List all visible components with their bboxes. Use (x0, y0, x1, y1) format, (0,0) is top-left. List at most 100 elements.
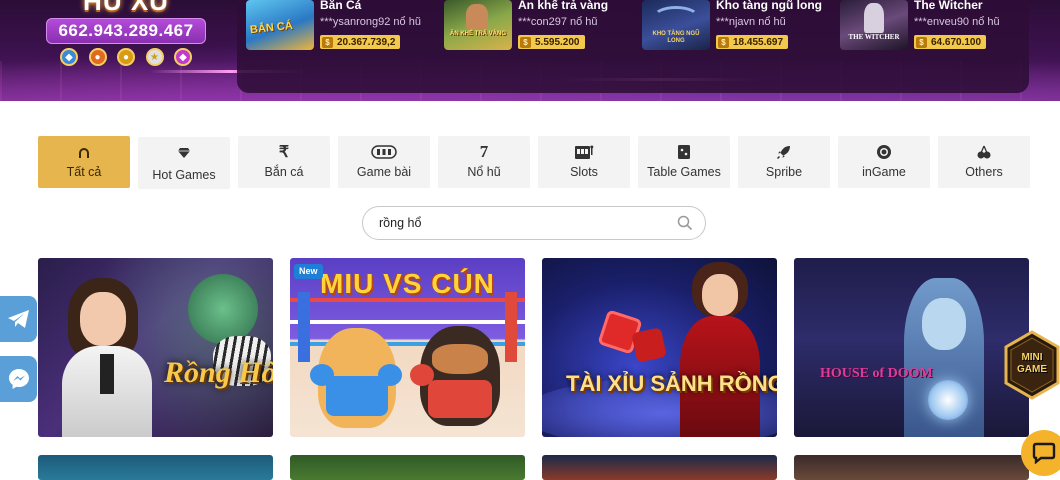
boxing-glove-illustration (310, 364, 334, 386)
dog-face-illustration (432, 344, 488, 374)
hostess-face-illustration (80, 292, 126, 346)
ring-post-decoration (298, 292, 310, 362)
winner-item[interactable]: ĂN KHẾ TRẢ VÀNG Ăn khế trả vàng ***con29… (435, 0, 625, 52)
winner-username: ***njavn (716, 16, 756, 28)
winner-game-name: Ăn khế trả vàng (518, 0, 609, 12)
coin-icon: $ (322, 36, 333, 48)
rupee-icon: ₹ (278, 144, 290, 161)
ban-ca-thumbnail: BẮN CÁ (246, 0, 314, 50)
chip-icon (838, 143, 930, 161)
winner-action: nổ hũ (393, 16, 421, 28)
slot-machine-icon (538, 143, 630, 161)
winner-item[interactable]: KHO TÀNG NGŨ LONG Kho tàng ngũ long ***n… (633, 0, 823, 52)
winner-game-name: Bắn Cá (320, 0, 362, 12)
winner-game-name: Kho tàng ngũ long (716, 0, 822, 12)
the-witcher-thumbnail: THE WITCHER (840, 0, 908, 50)
winner-user: ***con297 nổ hũ (518, 16, 598, 28)
winner-amount-badge: $18.455.697 (716, 35, 789, 49)
telegram-icon (7, 310, 29, 328)
live-chat-button[interactable] (1021, 430, 1060, 476)
winner-amount: 18.455.697 (733, 36, 784, 48)
winner-game-name: The Witcher (914, 0, 983, 12)
tab-slots[interactable]: Slots (538, 136, 630, 188)
diamond-icon (138, 144, 230, 162)
tab-label: Others (965, 165, 1003, 179)
tab-label: Slots (570, 165, 598, 179)
star-gem-icon: ★ (145, 48, 164, 66)
winner-user: ***enveu90 nổ hũ (914, 16, 1000, 28)
winner-item[interactable]: THE WITCHER The Witcher ***enveu90 nổ hũ… (831, 0, 1021, 52)
tie-illustration (100, 354, 114, 394)
tab-spribe[interactable]: Spribe (738, 136, 830, 188)
tab-ingame[interactable]: inGame (838, 136, 930, 188)
dragon-illustration (188, 274, 258, 344)
thumbnail-logo-text: ĂN KHẾ TRẢ VÀNG (449, 31, 506, 37)
dice-icon (638, 143, 730, 161)
orange-gem-icon: ● (88, 48, 107, 66)
telegram-button[interactable] (0, 296, 37, 342)
tab-label: inGame (862, 165, 906, 179)
tab-table-games[interactable]: Table Games (638, 136, 730, 188)
coin-icon: $ (916, 36, 927, 48)
game-card-tai-xiu-sanh-rong[interactable]: TÀI XỈU SẢNH RỒNG (542, 258, 777, 437)
game-search (362, 206, 706, 240)
dealer-face-illustration (702, 274, 738, 316)
winner-item[interactable]: BẮN CÁ Bắn Cá ***ysanrong92 nổ hũ $20.36… (237, 0, 427, 52)
thumbnail-logo-text: BẮN CÁ (249, 19, 294, 37)
winner-amount: 5.595.200 (535, 36, 580, 48)
game-card[interactable] (794, 455, 1029, 480)
mini-game-button[interactable]: MINI GAME (1004, 330, 1060, 400)
game-card[interactable] (38, 455, 273, 480)
character-illustration (466, 4, 488, 30)
winner-amount: 20.367.739,2 (337, 36, 396, 48)
messenger-button[interactable] (0, 356, 37, 402)
winner-amount-badge: $5.595.200 (518, 35, 585, 49)
dragon-illustration (652, 6, 700, 30)
tab-ban-ca[interactable]: ₹ Bắn cá (238, 136, 330, 188)
game-card[interactable] (542, 455, 777, 480)
search-icon[interactable] (677, 215, 693, 231)
mini-game-label: MINI GAME (1017, 352, 1047, 375)
winner-username: ***ysanrong92 (320, 16, 391, 28)
new-badge: New (294, 264, 323, 279)
winner-action: nổ hũ (570, 16, 598, 28)
winner-amount-badge: $64.670.100 (914, 35, 987, 49)
tab-label: Bắn cá (264, 165, 304, 179)
rocket-icon (738, 143, 830, 161)
tab-others[interactable]: Others (938, 136, 1030, 188)
seven-icon: 7 (479, 142, 489, 161)
tab-game-bai[interactable]: Game bài (338, 136, 430, 188)
game-title: HOUSE of DOOM (820, 366, 933, 381)
winner-amount-badge: $20.367.739,2 (320, 35, 401, 49)
winner-action: nổ hũ (972, 16, 1000, 28)
dog-shorts-illustration (428, 380, 492, 418)
jackpot-amount: 662.943.289.467 (46, 18, 206, 44)
tab-label: Table Games (647, 165, 721, 179)
witch-face-illustration (922, 298, 966, 350)
winner-action: nổ hũ (758, 16, 786, 28)
tab-all[interactable]: Tất cả (38, 136, 130, 188)
jackpot-panel[interactable]: HŨ XU 662.943.289.467 ◆ ● ● ★ ◆ (38, 0, 214, 72)
tab-label: Spribe (765, 165, 803, 179)
crystal-ball-illustration (928, 380, 968, 420)
game-card-miu-vs-cun[interactable]: MIU VS CÚN New (290, 258, 525, 437)
coin-icon: $ (718, 36, 729, 48)
game-card[interactable] (290, 455, 525, 480)
game-title: TÀI XỈU SẢNH RỒNG (566, 371, 777, 396)
tab-hot-games[interactable]: Hot Games (138, 137, 230, 189)
jackpot-title: HŨ XU (83, 0, 169, 16)
winner-amount: 64.670.100 (931, 36, 982, 48)
tab-label: Nổ hũ (467, 165, 501, 179)
tab-no-hu[interactable]: 7 Nổ hũ (438, 136, 530, 188)
search-input[interactable] (379, 214, 669, 232)
tab-label: Tất cả (66, 165, 102, 179)
game-card-house-of-doom[interactable]: HOUSE of DOOM (794, 258, 1029, 437)
game-card-rong-ho[interactable]: Rồng Hổ (38, 258, 273, 437)
thumbnail-logo-text: THE WITCHER (848, 33, 900, 41)
cat-shorts-illustration (326, 376, 388, 416)
blue-gem-icon: ◆ (60, 48, 78, 66)
winner-username: ***enveu90 (914, 16, 970, 28)
chat-bubble-icon (1032, 442, 1056, 464)
category-tabs: Tất cả Hot Games ₹ Bắn cá Game bài 7 Nổ … (38, 136, 1030, 190)
jackpot-gems: ◆ ● ● ★ ◆ (60, 48, 192, 68)
